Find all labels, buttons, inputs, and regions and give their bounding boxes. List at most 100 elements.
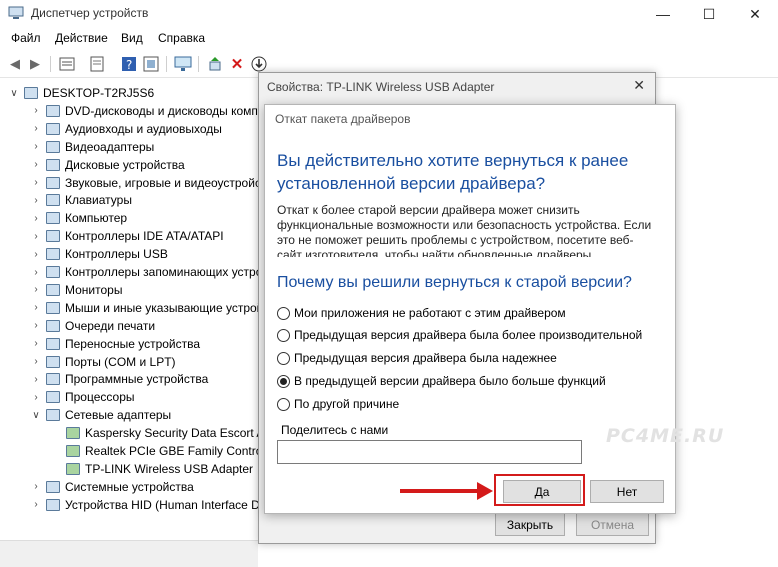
device-tree: ∨ DESKTOP-T2RJ5S6 › DVD-дисководы и дисково… (0, 80, 258, 540)
device-category-icon (46, 409, 60, 422)
tree-item-network-adapter[interactable]: Realtek PCIe GBE Family Controller (50, 442, 258, 460)
device-category-icon (46, 480, 60, 493)
back-icon[interactable]: ◀ (6, 55, 24, 73)
radio-button[interactable] (277, 328, 290, 342)
expand-chevron-icon[interactable]: › (30, 338, 42, 349)
menu-view[interactable]: Вид (121, 31, 143, 45)
radio-dot (280, 377, 287, 385)
reason-option[interactable]: Предыдущая версия драйвера была более пр… (277, 326, 642, 344)
red-arrow-head (477, 482, 493, 500)
tree-item[interactable]: › Процессоры (30, 388, 258, 406)
tree-item[interactable]: › Очереди печати (30, 317, 258, 335)
tree-item[interactable]: › Видеоадаптеры (30, 138, 258, 156)
properties-close-icon[interactable]: ✕ (633, 77, 645, 94)
expand-chevron-icon[interactable]: › (30, 267, 42, 278)
rollback-dialog-title: Откат пакета драйверов (275, 112, 411, 126)
refresh-icon[interactable] (88, 55, 106, 73)
expand-chevron-icon[interactable]: › (30, 356, 42, 367)
collapse-chevron-icon[interactable]: ∨ (30, 410, 42, 421)
expand-chevron-icon[interactable]: › (30, 231, 42, 242)
expand-chevron-icon[interactable]: › (30, 249, 42, 260)
device-category-icon (46, 373, 60, 386)
properties-icon[interactable] (58, 55, 76, 73)
monitor-icon[interactable] (174, 55, 192, 73)
expand-chevron-icon[interactable]: › (30, 374, 42, 385)
tree-item[interactable]: › Устройства HID (Human Interface Devices… (30, 496, 258, 514)
radio-button[interactable] (277, 306, 290, 320)
tree-item[interactable]: › Системные устройства (30, 478, 258, 496)
tree-item-label: Устройства HID (Human Interface Devices) (65, 497, 258, 512)
tree-item[interactable]: › Переносные устройства (30, 335, 258, 353)
minimize-button[interactable]: — (640, 0, 686, 28)
forward-icon[interactable]: ▶ (26, 55, 44, 73)
expand-chevron-icon[interactable]: › (30, 177, 42, 188)
tree-item[interactable]: › Аудиовходы и аудиовыходы (30, 120, 258, 138)
menu-file[interactable]: Файл (11, 31, 41, 45)
expand-chevron-icon[interactable]: › (30, 123, 42, 134)
toolbar-separator (198, 56, 199, 72)
tree-item[interactable]: ∨ Сетевые адаптеры (30, 406, 258, 424)
tree-root[interactable]: ∨ DESKTOP-T2RJ5S6 (8, 84, 258, 102)
tree-item[interactable]: › Клавиатуры (30, 191, 258, 209)
radio-button[interactable] (277, 397, 290, 411)
horizontal-scrollbar[interactable] (0, 540, 258, 567)
cancel-button[interactable]: Отмена (576, 513, 649, 536)
tree-item[interactable]: › Мыши и иные указывающие устройства (30, 299, 258, 317)
rollback-description: Откат к более старой версии драйвера мож… (277, 203, 652, 257)
expand-chevron-icon[interactable]: › (30, 213, 42, 224)
radio-button[interactable] (277, 351, 290, 365)
rollback-question: Вы действительно хотите вернуться к ране… (277, 151, 629, 193)
reason-option[interactable]: Предыдущая версия драйвера была надежнее (277, 349, 557, 367)
expand-chevron-icon[interactable]: › (30, 320, 42, 331)
close-window-button[interactable]: ✕ (732, 0, 778, 28)
expand-chevron-icon[interactable]: › (30, 284, 42, 295)
menu-action[interactable]: Действие (55, 31, 108, 45)
reason-option[interactable]: Мои приложения не работают с этим драйве… (277, 304, 566, 322)
tree-item[interactable]: › Контроллеры IDE ATA/ATAPI (30, 227, 258, 245)
delete-icon[interactable]: ✕ (228, 55, 246, 73)
tree-item[interactable]: › Мониторы (30, 281, 258, 299)
collapse-chevron-icon[interactable]: ∨ (8, 88, 20, 99)
tree-item[interactable]: › Компьютер (30, 209, 258, 227)
device-category-icon (46, 266, 60, 278)
tree-item[interactable]: › Порты (COM и LPT) (30, 353, 258, 371)
close-button[interactable]: Закрыть (495, 513, 565, 536)
add-driver-icon[interactable] (206, 55, 224, 73)
expand-chevron-icon[interactable]: › (30, 159, 42, 170)
device-category-icon (46, 355, 60, 368)
menu-help[interactable]: Справка (158, 31, 205, 45)
expand-chevron-icon[interactable]: › (30, 499, 42, 510)
expand-chevron-icon[interactable]: › (30, 195, 42, 206)
device-category-icon (46, 248, 60, 261)
download-icon[interactable] (250, 55, 268, 73)
maximize-button[interactable]: ☐ (686, 0, 732, 28)
reason-option[interactable]: По другой причине (277, 395, 399, 413)
radio-button-selected[interactable] (277, 374, 290, 388)
device-manager-icon (8, 6, 24, 20)
show-hidden-icon[interactable] (142, 55, 160, 73)
tree-item-label: Процессоры (65, 390, 135, 405)
tree-item-label: Мыши и иные указывающие устройства (65, 300, 258, 315)
tree-item[interactable]: › Контроллеры запоминающих устройств (30, 263, 258, 281)
expand-chevron-icon[interactable]: › (30, 392, 42, 403)
expand-chevron-icon[interactable]: › (30, 481, 42, 492)
expand-chevron-icon[interactable]: › (30, 302, 42, 313)
reason-option-label: В предыдущей версии драйвера было больше… (294, 374, 606, 388)
reason-option-selected[interactable]: В предыдущей версии драйвера было больше… (277, 372, 606, 390)
device-category-icon (46, 283, 60, 296)
tree-item-label: Звуковые, игровые и видеоустройства (65, 175, 258, 190)
tree-item[interactable]: › Программные устройства (30, 370, 258, 388)
expand-chevron-icon[interactable]: › (30, 141, 42, 152)
tree-item-network-adapter[interactable]: TP-LINK Wireless USB Adapter (50, 460, 258, 478)
expand-chevron-icon[interactable]: › (30, 105, 42, 116)
no-button[interactable]: Нет (590, 480, 664, 503)
tree-item[interactable]: › Контроллеры USB (30, 245, 258, 263)
tree-item[interactable]: › Дисковые устройства (30, 156, 258, 174)
device-category-icon (46, 158, 60, 171)
tree-item[interactable]: › DVD-дисководы и дисководы компакт-диско… (30, 102, 258, 120)
tree-item-network-adapter[interactable]: Kaspersky Security Data Escort Adapter (50, 424, 258, 442)
share-input[interactable] (277, 440, 582, 464)
tree-item[interactable]: › Звуковые, игровые и видеоустройства (30, 174, 258, 192)
help-icon[interactable]: ? (120, 55, 138, 73)
reason-option-label: По другой причине (294, 397, 400, 411)
